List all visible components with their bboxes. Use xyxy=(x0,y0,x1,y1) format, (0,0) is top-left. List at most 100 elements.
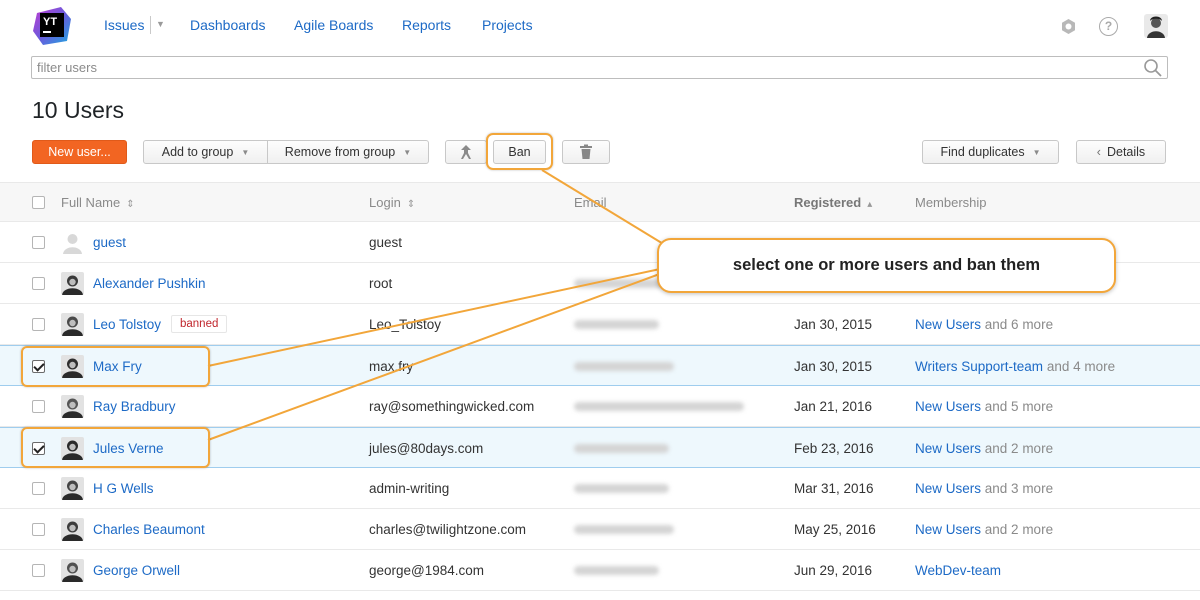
delete-button[interactable] xyxy=(562,140,610,164)
user-login: Leo_Tolstoy xyxy=(369,317,442,332)
column-registered-label: Registered xyxy=(794,195,862,210)
user-full-name-link[interactable]: Charles Beaumont xyxy=(93,522,205,537)
registered-date: Jan 30, 2015 xyxy=(794,359,873,374)
new-user-button[interactable]: New user... xyxy=(32,140,127,164)
blurred-email xyxy=(574,444,669,453)
column-registered[interactable]: Registered ▴ xyxy=(794,195,872,210)
details-label: Details xyxy=(1106,145,1146,159)
filter-users-field[interactable] xyxy=(31,56,1168,79)
page-title: 10 Users xyxy=(32,97,125,123)
settings-hex-icon[interactable] xyxy=(1060,18,1077,35)
user-full-name-link[interactable]: Ray Bradbury xyxy=(93,399,176,414)
row-checkbox[interactable] xyxy=(32,400,45,413)
merge-users-button[interactable] xyxy=(445,140,487,164)
row-checkbox[interactable] xyxy=(32,482,45,495)
membership: Writers Support-team and 4 more xyxy=(915,359,1115,374)
membership-more-link[interactable]: and 2 more xyxy=(985,522,1053,537)
chevron-down-icon: ▼ xyxy=(403,148,412,157)
table-row[interactable]: Charles Beaumont charles@twilightzone.com… xyxy=(0,509,1200,550)
table-row[interactable]: H G Wells admin-writing Mar 31, 2016 New Us… xyxy=(0,468,1200,509)
membership-group-link[interactable]: New Users xyxy=(915,522,981,537)
user-avatar[interactable] xyxy=(1144,14,1168,38)
avatar xyxy=(61,518,84,541)
sort-ascending-icon: ▴ xyxy=(867,199,873,210)
user-full-name-link[interactable]: George Orwell xyxy=(93,563,180,578)
avatar xyxy=(61,395,84,418)
ban-callout: select one or more users and ban them xyxy=(657,238,1116,293)
select-all-checkbox[interactable] xyxy=(32,196,45,209)
table-row[interactable]: Leo Tolstoy banned Leo_Tolstoy Jan 30, 2015… xyxy=(0,304,1200,345)
column-email[interactable]: Email xyxy=(574,195,607,210)
details-button[interactable]: ‹ Details xyxy=(1076,140,1166,164)
filter-users-input[interactable] xyxy=(32,57,1132,78)
avatar xyxy=(61,477,84,500)
membership-group-link[interactable]: New Users xyxy=(915,481,981,496)
registered-date: Mar 31, 2016 xyxy=(794,481,874,496)
membership-more-link[interactable]: and 3 more xyxy=(985,481,1053,496)
membership-more-link[interactable]: and 4 more xyxy=(1047,359,1115,374)
user-full-name-link[interactable]: H G Wells xyxy=(93,481,154,496)
top-navigation-bar: YT Issues ▼ Dashboards Agile Boards Repo… xyxy=(0,0,1200,52)
membership-group-link[interactable]: New Users xyxy=(915,399,981,414)
registered-date: May 25, 2016 xyxy=(794,522,876,537)
user-full-name-link[interactable]: Alexander Pushkin xyxy=(93,276,206,291)
nav-issues[interactable]: Issues xyxy=(104,17,144,33)
row-checkbox[interactable] xyxy=(32,564,45,577)
find-duplicates-label: Find duplicates xyxy=(940,145,1025,159)
user-login: ray@somethingwicked.com xyxy=(369,399,535,414)
membership-group-link[interactable]: Writers Support-team xyxy=(915,359,1043,374)
registered-date: Jan 21, 2016 xyxy=(794,399,873,414)
blurred-email xyxy=(574,402,744,411)
row-checkbox[interactable] xyxy=(32,318,45,331)
nav-reports[interactable]: Reports xyxy=(402,17,451,33)
registered-date: Jun 29, 2016 xyxy=(794,563,873,578)
membership-group-link[interactable]: New Users xyxy=(915,317,981,332)
chevron-down-icon: ▼ xyxy=(1032,148,1041,157)
nav-divider xyxy=(150,16,151,34)
jules-verne-highlight xyxy=(21,427,210,468)
membership-group-link[interactable]: WebDev-team xyxy=(915,563,1001,578)
sort-icon: ⇕ xyxy=(406,199,416,210)
svg-text:YT: YT xyxy=(43,16,57,28)
nav-agile-boards[interactable]: Agile Boards xyxy=(294,17,373,33)
table-header: Full Name ⇕ Login ⇕ Email Registered ▴ Memb… xyxy=(0,182,1200,222)
row-checkbox[interactable] xyxy=(32,277,45,290)
search-icon[interactable] xyxy=(1143,58,1163,78)
add-to-group-button[interactable]: Add to group ▼ xyxy=(143,140,268,164)
row-checkbox[interactable] xyxy=(32,236,45,249)
ban-button-highlight xyxy=(486,133,553,170)
avatar xyxy=(61,559,84,582)
membership-group-link[interactable]: New Users xyxy=(915,441,981,456)
user-login: jules@80days.com xyxy=(369,441,484,456)
trash-icon xyxy=(580,144,592,159)
avatar xyxy=(61,231,84,254)
nav-projects[interactable]: Projects xyxy=(482,17,533,33)
issues-dropdown-icon[interactable]: ▼ xyxy=(156,19,165,29)
user-full-name-link[interactable]: Leo Tolstoy xyxy=(93,317,161,332)
youtrack-logo[interactable]: YT xyxy=(31,5,73,47)
user-full-name-link[interactable]: guest xyxy=(93,235,126,250)
help-icon[interactable]: ? xyxy=(1099,17,1118,36)
column-full-name-label: Full Name xyxy=(61,195,121,210)
merge-icon xyxy=(461,145,471,159)
column-login[interactable]: Login ⇕ xyxy=(369,195,415,210)
membership-more-link[interactable]: and 6 more xyxy=(985,317,1053,332)
table-row[interactable]: Ray Bradbury ray@somethingwicked.com Jan 2… xyxy=(0,386,1200,427)
membership: New Users and 2 more xyxy=(915,441,1053,456)
membership: New Users and 5 more xyxy=(915,399,1053,414)
max-fry-highlight xyxy=(21,346,210,387)
row-checkbox[interactable] xyxy=(32,523,45,536)
blurred-email xyxy=(574,484,669,493)
user-login: admin-writing xyxy=(369,481,450,496)
membership-more-link[interactable]: and 5 more xyxy=(985,399,1053,414)
table-row[interactable]: George Orwell george@1984.com Jun 29, 2016… xyxy=(0,550,1200,591)
blurred-email xyxy=(574,566,659,575)
blurred-email xyxy=(574,320,659,329)
membership: New Users and 2 more xyxy=(915,522,1053,537)
nav-dashboards[interactable]: Dashboards xyxy=(190,17,266,33)
remove-from-group-button[interactable]: Remove from group ▼ xyxy=(267,140,429,164)
membership-more-link[interactable]: and 2 more xyxy=(985,441,1053,456)
find-duplicates-button[interactable]: Find duplicates ▼ xyxy=(922,140,1059,164)
membership: New Users and 3 more xyxy=(915,481,1053,496)
column-full-name[interactable]: Full Name ⇕ xyxy=(61,195,135,210)
